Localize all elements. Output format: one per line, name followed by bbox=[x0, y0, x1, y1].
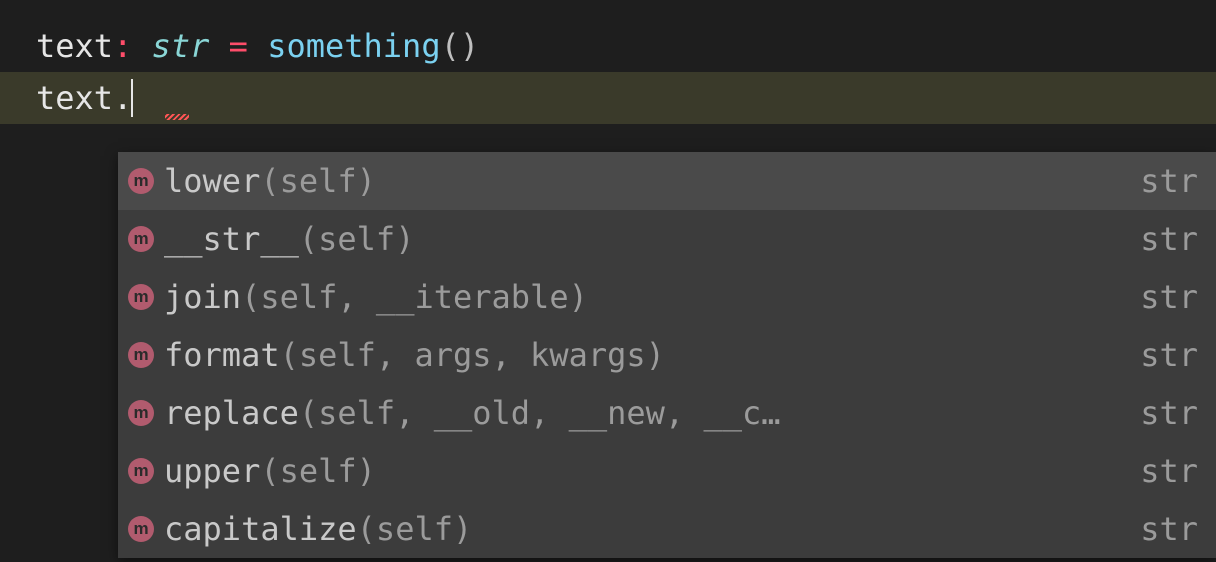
autocomplete-signature: replace(self, __old, __new, __c… bbox=[164, 394, 1112, 432]
code-line-2-active[interactable]: text. bbox=[0, 72, 1216, 124]
autocomplete-item-format[interactable]: mformat(self, args, kwargs)str bbox=[118, 326, 1216, 384]
autocomplete-item-lower[interactable]: mlower(self)str bbox=[118, 152, 1216, 210]
autocomplete-item-upper[interactable]: mupper(self)str bbox=[118, 442, 1216, 500]
method-icon: m bbox=[128, 168, 154, 194]
method-params: (self) bbox=[260, 162, 376, 200]
method-params: (self) bbox=[260, 452, 376, 490]
autocomplete-item-join[interactable]: mjoin(self, __iterable)str bbox=[118, 268, 1216, 326]
autocomplete-item-capitalize[interactable]: m capitalize(self) str bbox=[118, 500, 1216, 558]
method-icon: m bbox=[128, 458, 154, 484]
method-params: (self) bbox=[299, 220, 415, 258]
parens: () bbox=[441, 27, 480, 65]
method-icon: m bbox=[128, 226, 154, 252]
method-name: replace bbox=[164, 394, 299, 432]
autocomplete-item-replace[interactable]: m replace(self, __old, __new, __c… str bbox=[118, 384, 1216, 442]
code-line-1[interactable]: text: str = something() bbox=[0, 20, 1216, 72]
return-type: str bbox=[1140, 510, 1198, 548]
method-name: capitalize bbox=[164, 510, 357, 548]
method-icon: m bbox=[128, 284, 154, 310]
autocomplete-signature: upper(self) bbox=[164, 452, 1112, 490]
text-cursor bbox=[131, 79, 133, 117]
return-type: str bbox=[1140, 278, 1198, 316]
method-name: __str__ bbox=[164, 220, 299, 258]
autocomplete-signature: join(self, __iterable) bbox=[164, 278, 1112, 316]
colon-token: : bbox=[113, 27, 132, 65]
code-editor[interactable]: text: str = something() text. bbox=[0, 0, 1216, 124]
method-params: (self) bbox=[357, 510, 473, 548]
autocomplete-signature: __str__(self) bbox=[164, 220, 1112, 258]
autocomplete-signature: capitalize(self) bbox=[164, 510, 1112, 548]
autocomplete-signature: format(self, args, kwargs) bbox=[164, 336, 1112, 374]
autocomplete-signature: lower(self) bbox=[164, 162, 1112, 200]
return-type: str bbox=[1140, 220, 1198, 258]
error-squiggle-icon bbox=[165, 114, 189, 120]
method-icon: m bbox=[128, 342, 154, 368]
method-params: (self, __iterable) bbox=[241, 278, 588, 316]
return-type: str bbox=[1140, 452, 1198, 490]
return-type: str bbox=[1140, 394, 1198, 432]
dot-token: . bbox=[113, 79, 132, 117]
autocomplete-popup[interactable]: mlower(self)strm__str__(self)strmjoin(se… bbox=[118, 152, 1216, 558]
method-params: (self, __old, __new, __c… bbox=[299, 394, 781, 432]
assign-op: = bbox=[229, 27, 248, 65]
return-type: str bbox=[1140, 336, 1198, 374]
identifier: text bbox=[36, 27, 113, 65]
method-icon: m bbox=[128, 516, 154, 542]
identifier: text bbox=[36, 79, 113, 117]
method-name: join bbox=[164, 278, 241, 316]
function-call: something bbox=[267, 27, 440, 65]
return-type: str bbox=[1140, 162, 1198, 200]
method-name: upper bbox=[164, 452, 260, 490]
method-name: lower bbox=[164, 162, 260, 200]
autocomplete-item-__str__[interactable]: m __str__(self) str bbox=[118, 210, 1216, 268]
method-params: (self, args, kwargs) bbox=[280, 336, 665, 374]
method-icon: m bbox=[128, 400, 154, 426]
method-name: format bbox=[164, 336, 280, 374]
type-annotation: str bbox=[152, 27, 210, 65]
